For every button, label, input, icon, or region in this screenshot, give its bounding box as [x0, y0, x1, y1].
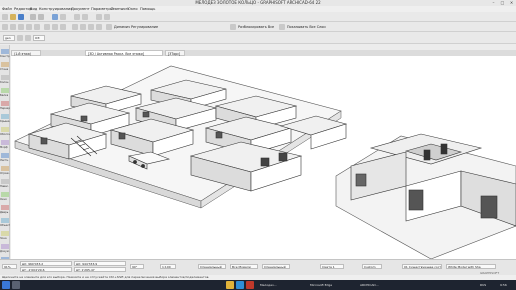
tool-label: Констр [0, 55, 10, 58]
tool-label: Стена [0, 68, 9, 71]
edit-toolbar: Динамич Регулирование Разблокировать Все… [0, 22, 516, 32]
tool-2-icon[interactable] [1, 75, 9, 80]
tool-label: Объект [0, 224, 10, 227]
show-all-layers-button[interactable]: Показывать Все Слои [287, 24, 326, 30]
ruler-icon[interactable] [26, 24, 32, 30]
toolbox-panel: Констр Стена Колон. Балка Перекр. Крыша Оболоч… [0, 45, 10, 273]
tool-15-icon[interactable] [1, 244, 9, 249]
start-icon[interactable] [2, 281, 10, 289]
status-bar: ΔX: 960'033,2 ΔY: -1'004'29,6 ΔX: 944'33… [0, 259, 516, 275]
save-icon[interactable] [18, 14, 24, 20]
grid-icon[interactable] [44, 24, 50, 30]
trace-icon[interactable] [60, 24, 66, 30]
language-indicator[interactable]: RUS [480, 282, 486, 288]
tool-label: Лестн. [0, 159, 10, 162]
zoom-icon[interactable] [82, 14, 88, 20]
edge-icon[interactable] [236, 281, 244, 289]
scale-field[interactable]: 1:100 [160, 264, 176, 269]
coord-y2: ΔY: 1'265,47 [74, 267, 126, 272]
elevation-icon[interactable] [80, 24, 86, 30]
tool-label: Балка [0, 94, 9, 97]
tool-9-icon[interactable] [1, 166, 9, 171]
tool-label: Оболоч. [0, 133, 10, 136]
search-icon[interactable] [12, 281, 20, 289]
dynamic-adjust-button[interactable]: Динамич Регулирование [114, 24, 158, 30]
floor-down-icon[interactable] [17, 35, 23, 41]
tool-8-icon[interactable] [1, 153, 9, 158]
renovation-filter[interactable]: Custom [362, 264, 382, 269]
tool-13-icon[interactable] [1, 218, 9, 223]
new-file-icon[interactable] [2, 14, 8, 20]
coord-x2: ΔX: 944'333,9 [74, 261, 126, 266]
tool-12-icon[interactable] [1, 205, 9, 210]
floor-up-icon[interactable] [25, 35, 31, 41]
structure-display[interactable]: Смета 1 [320, 264, 344, 269]
tool-3-icon[interactable] [1, 88, 9, 93]
pan-icon[interactable] [74, 14, 80, 20]
group-icon[interactable] [2, 24, 8, 30]
tool-label: Крыша [0, 120, 10, 123]
layers-icon[interactable] [18, 24, 24, 30]
tool-label: Навес. [0, 185, 9, 188]
floor-value-field[interactable]: ОЭ [33, 35, 45, 41]
tool-label: Ограж. [0, 172, 10, 175]
os-taskbar: Мелодез... Microsoft Edge ARCHICAD... RU… [0, 280, 516, 290]
3d-view-icon[interactable] [104, 14, 110, 20]
tool-11-icon[interactable] [1, 192, 9, 197]
redo-icon[interactable] [38, 14, 44, 20]
worksheet-icon[interactable] [96, 24, 102, 30]
3d-viewport[interactable] [11, 56, 516, 259]
detail-icon[interactable] [88, 24, 94, 30]
tool-5-icon[interactable] [1, 114, 9, 119]
unlock-icon[interactable] [230, 24, 236, 30]
tool-label: Дверь [0, 211, 9, 214]
task-archicad[interactable]: ARCHICAD... [360, 282, 379, 288]
coord-dy: ΔY: -1'004'29,6 [20, 267, 72, 272]
tool-label: Перекр. [0, 107, 10, 110]
tool-label: Зона [0, 237, 7, 240]
3d-model-drawing [14, 65, 516, 259]
explorer-icon[interactable] [226, 281, 234, 289]
task-melodez[interactable]: Мелодез... [260, 282, 277, 288]
section-icon[interactable] [72, 24, 78, 30]
snap-icon[interactable] [34, 24, 40, 30]
unlock-all-button[interactable]: Разблокировать Все [238, 24, 274, 30]
graphic-override[interactable]: 01 Существующее сост. [402, 264, 442, 269]
tool-label: Докум. [0, 250, 10, 253]
pen-set[interactable]: Все Модели [230, 264, 258, 269]
orbit-icon[interactable] [96, 14, 102, 20]
tool-14-icon[interactable] [1, 231, 9, 236]
tool-label: Окно [0, 198, 7, 201]
layer-combo[interactable]: Специальный [198, 264, 226, 269]
tool-1-icon[interactable] [1, 62, 9, 67]
tool-label: Морф [0, 146, 8, 149]
tool-4-icon[interactable] [1, 101, 9, 106]
tool-6-icon[interactable] [1, 127, 9, 132]
3d-style[interactable]: White Model with Sha [446, 264, 496, 269]
layer-show-icon[interactable] [279, 24, 285, 30]
tool-label: Колон. [0, 81, 10, 84]
marquee-icon[interactable] [60, 14, 66, 20]
standard-toolbar [0, 12, 516, 22]
open-folder-icon[interactable] [10, 14, 16, 20]
zoom-field[interactable]: 91% [2, 264, 17, 269]
tool-10-icon[interactable] [1, 179, 9, 184]
angle-field[interactable]: 90° [130, 264, 144, 269]
tool-0-icon[interactable] [1, 49, 9, 54]
floor-field[interactable]: gen [3, 35, 15, 41]
clock: 9:56 [500, 283, 507, 287]
info-box: gen ОЭ [0, 32, 516, 44]
pointer-icon[interactable] [52, 14, 58, 20]
mirror-icon[interactable] [106, 24, 112, 30]
tool-7-icon[interactable] [1, 140, 9, 145]
guide-icon[interactable] [52, 24, 58, 30]
yandex-icon[interactable] [246, 281, 254, 289]
model-view[interactable]: Специальный [262, 264, 290, 269]
undo-icon[interactable] [30, 14, 36, 20]
coord-dx: ΔX: 960'033,2 [20, 261, 72, 266]
lock-icon[interactable] [10, 24, 16, 30]
task-edge[interactable]: Microsoft Edge [310, 282, 332, 288]
